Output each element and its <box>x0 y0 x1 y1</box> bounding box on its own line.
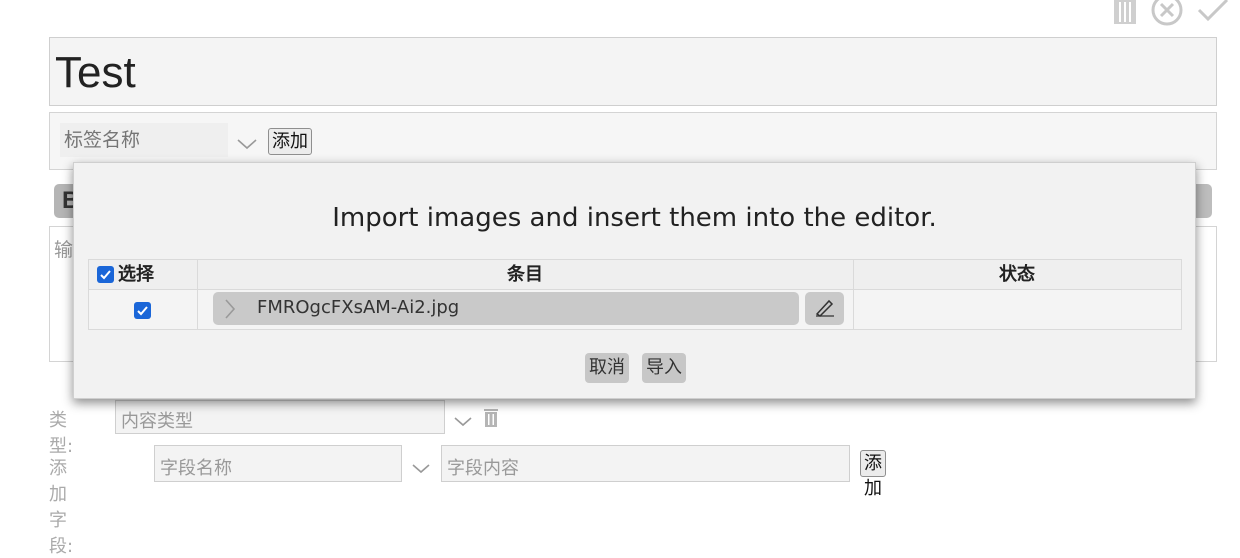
chevron-down-icon[interactable] <box>236 135 258 154</box>
add-field-button[interactable]: 添加 <box>860 450 886 499</box>
import-images-dialog: Import images and insert them into the e… <box>73 162 1196 399</box>
file-name: FMROgcFXsAM-Ai2.jpg <box>257 297 460 318</box>
pencil-icon <box>814 296 836 322</box>
note-title-field[interactable]: Test <box>49 37 1217 106</box>
field-name-input[interactable]: 字段名称 <box>154 445 402 482</box>
row-checkbox[interactable] <box>134 302 151 319</box>
tag-name-input[interactable] <box>60 123 228 157</box>
editor-placeholder: 输 <box>54 239 74 261</box>
file-item[interactable]: FMROgcFXsAM-Ai2.jpg <box>213 292 799 325</box>
note-toolbar <box>1112 0 1230 26</box>
column-header-status: 状态 <box>999 264 1035 285</box>
rename-file-button[interactable] <box>805 292 844 325</box>
chevron-right-icon[interactable] <box>223 298 237 324</box>
column-header-item: 条目 <box>507 264 543 285</box>
import-button[interactable]: 导入 <box>642 353 686 383</box>
add-tag-button[interactable]: 添加 <box>268 128 312 155</box>
column-label-select: 选择 <box>118 264 154 285</box>
close-circle-icon[interactable] <box>1150 0 1184 26</box>
chevron-down-icon[interactable] <box>411 459 431 478</box>
trash-icon[interactable] <box>1112 0 1138 26</box>
column-divider <box>197 260 198 329</box>
note-title: Test <box>55 48 136 97</box>
import-table: 选择 条目 状态 FMROgcFXsAM-Ai2.jpg <box>88 259 1182 330</box>
trash-icon[interactable] <box>483 408 499 432</box>
type-label: 类型: <box>49 410 74 457</box>
cancel-button[interactable]: 取消 <box>585 353 629 383</box>
dialog-title: Import images and insert them into the e… <box>332 203 937 233</box>
select-all-checkbox[interactable] <box>97 266 114 283</box>
add-field-label: 添加字段: <box>49 458 74 557</box>
chevron-down-icon[interactable] <box>453 412 473 431</box>
table-header: 选择 条目 状态 <box>89 260 1181 290</box>
check-icon[interactable] <box>1196 0 1230 26</box>
content-type-input[interactable]: 内容类型 <box>115 400 445 434</box>
field-content-input[interactable]: 字段内容 <box>441 445 850 482</box>
column-divider <box>853 260 854 329</box>
column-header-select: 选择 <box>97 260 154 289</box>
